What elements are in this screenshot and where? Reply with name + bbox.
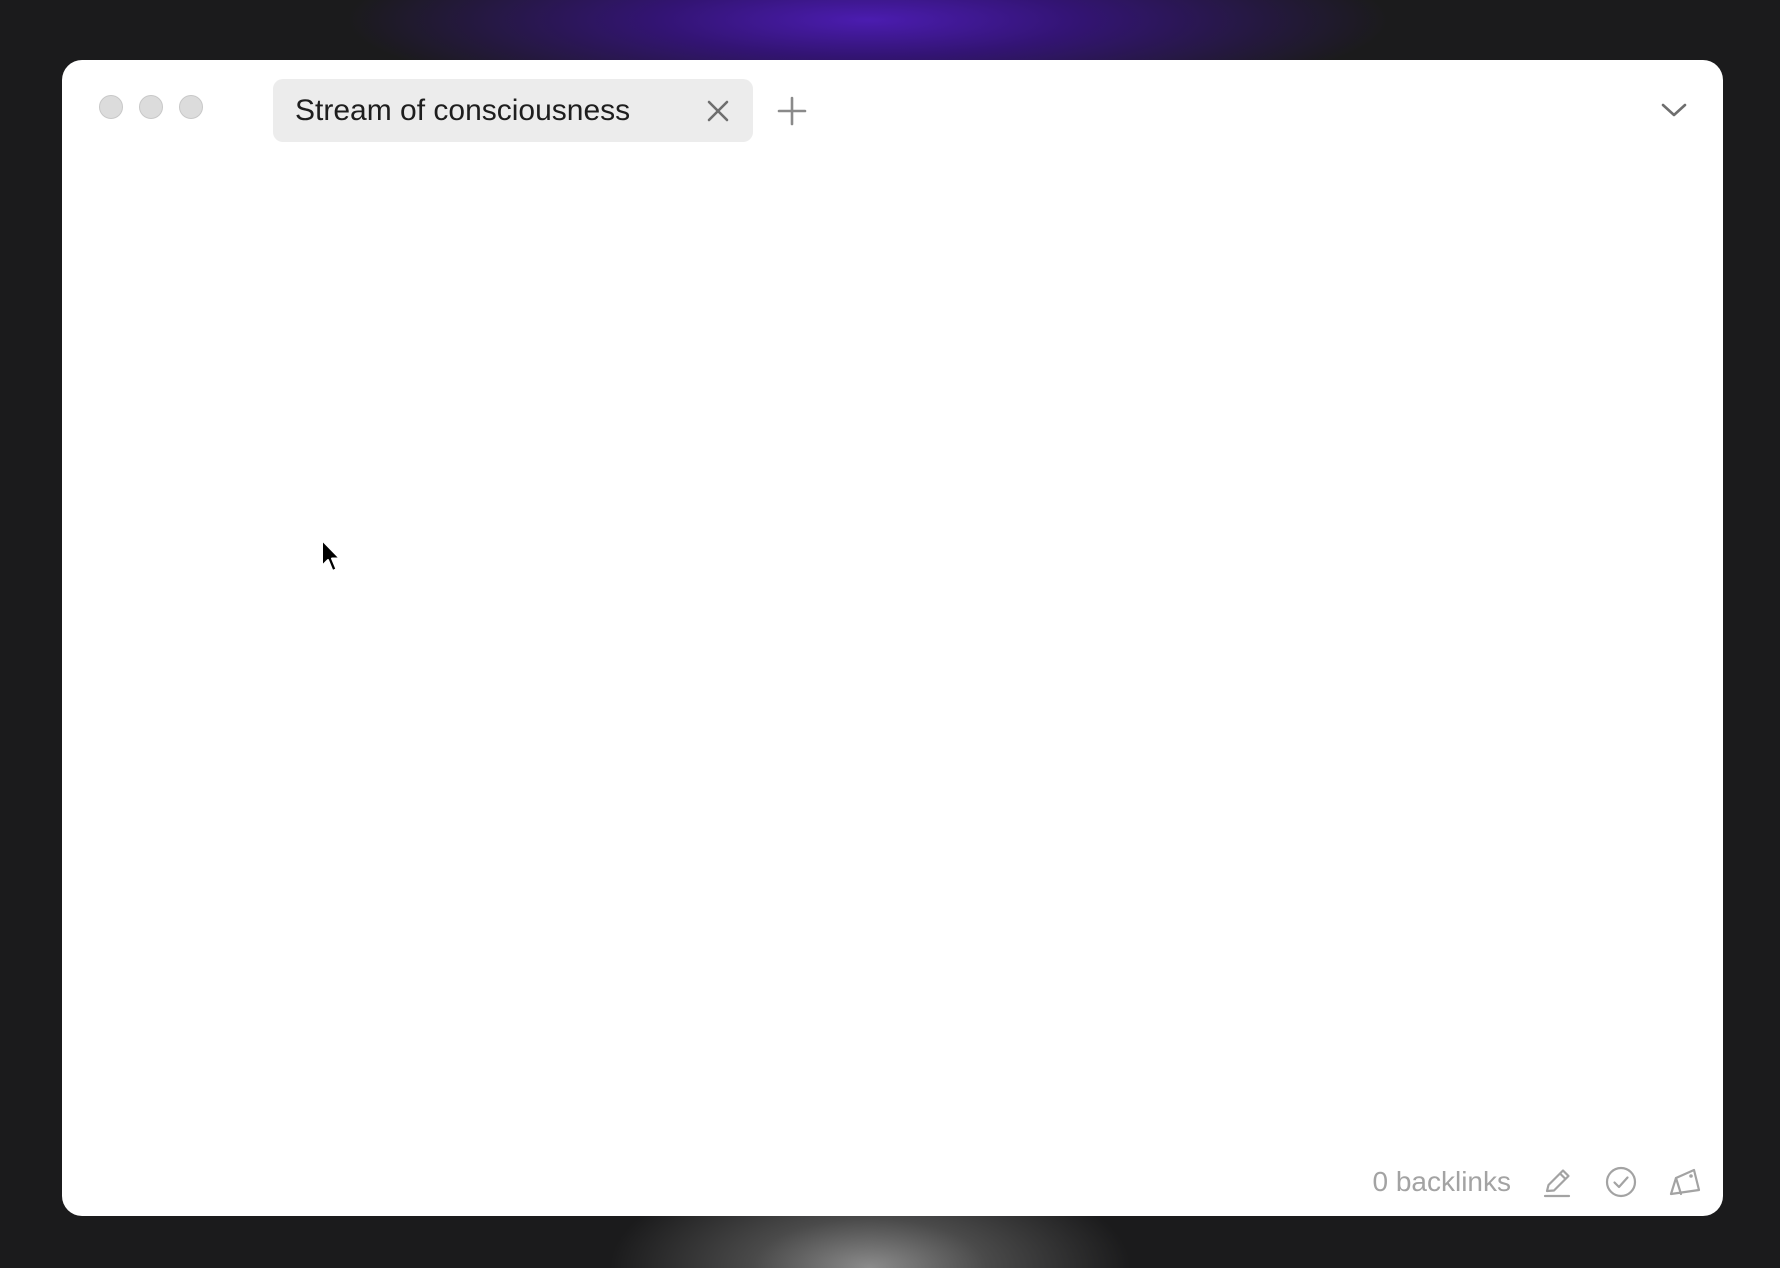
check-circle-icon[interactable] — [1603, 1164, 1639, 1200]
tab-label: Stream of consciousness — [295, 93, 631, 127]
zoom-window-button[interactable] — [179, 95, 203, 119]
app-window: Stream of consciousness 0 backlinks — [62, 60, 1723, 1216]
mouse-cursor-icon — [321, 539, 341, 572]
minimize-window-button[interactable] — [139, 95, 163, 119]
plus-icon[interactable] — [776, 95, 808, 127]
tab-stream-of-consciousness[interactable]: Stream of consciousness — [273, 79, 753, 142]
status-bar: 0 backlinks — [1372, 1160, 1703, 1204]
backlinks-count[interactable]: 0 backlinks — [1372, 1166, 1511, 1198]
window-controls — [99, 95, 203, 119]
chevron-down-icon[interactable] — [1659, 98, 1689, 122]
close-window-button[interactable] — [99, 95, 123, 119]
close-icon[interactable] — [703, 96, 733, 126]
pencil-icon[interactable] — [1539, 1164, 1575, 1200]
tag-icon[interactable] — [1667, 1164, 1703, 1200]
